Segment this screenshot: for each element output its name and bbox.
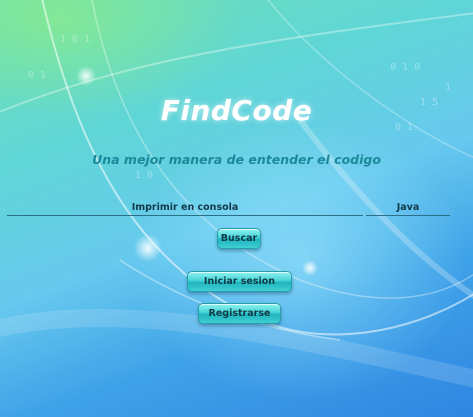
svg-text:0 1 0: 0 1 0 xyxy=(390,62,420,73)
app-title: FindCode xyxy=(160,94,313,127)
login-button[interactable]: Iniciar sesion xyxy=(187,271,292,292)
search-button[interactable]: Buscar xyxy=(217,228,261,249)
svg-text:0 1: 0 1 xyxy=(28,70,46,81)
register-button[interactable]: Registrarse xyxy=(198,303,281,324)
svg-text:1 0 1: 1 0 1 xyxy=(60,34,90,45)
svg-text:1 0: 1 0 xyxy=(135,170,153,181)
language-field[interactable] xyxy=(366,199,450,216)
search-input[interactable] xyxy=(7,199,363,216)
svg-text:1: 1 xyxy=(445,82,451,93)
window-background: 1 0 1 0 1 1 0 0 1 0 1 5 0 1 1 FindCode U… xyxy=(0,0,473,417)
app-subtitle: Una mejor manera de entender el codigo xyxy=(92,152,381,167)
